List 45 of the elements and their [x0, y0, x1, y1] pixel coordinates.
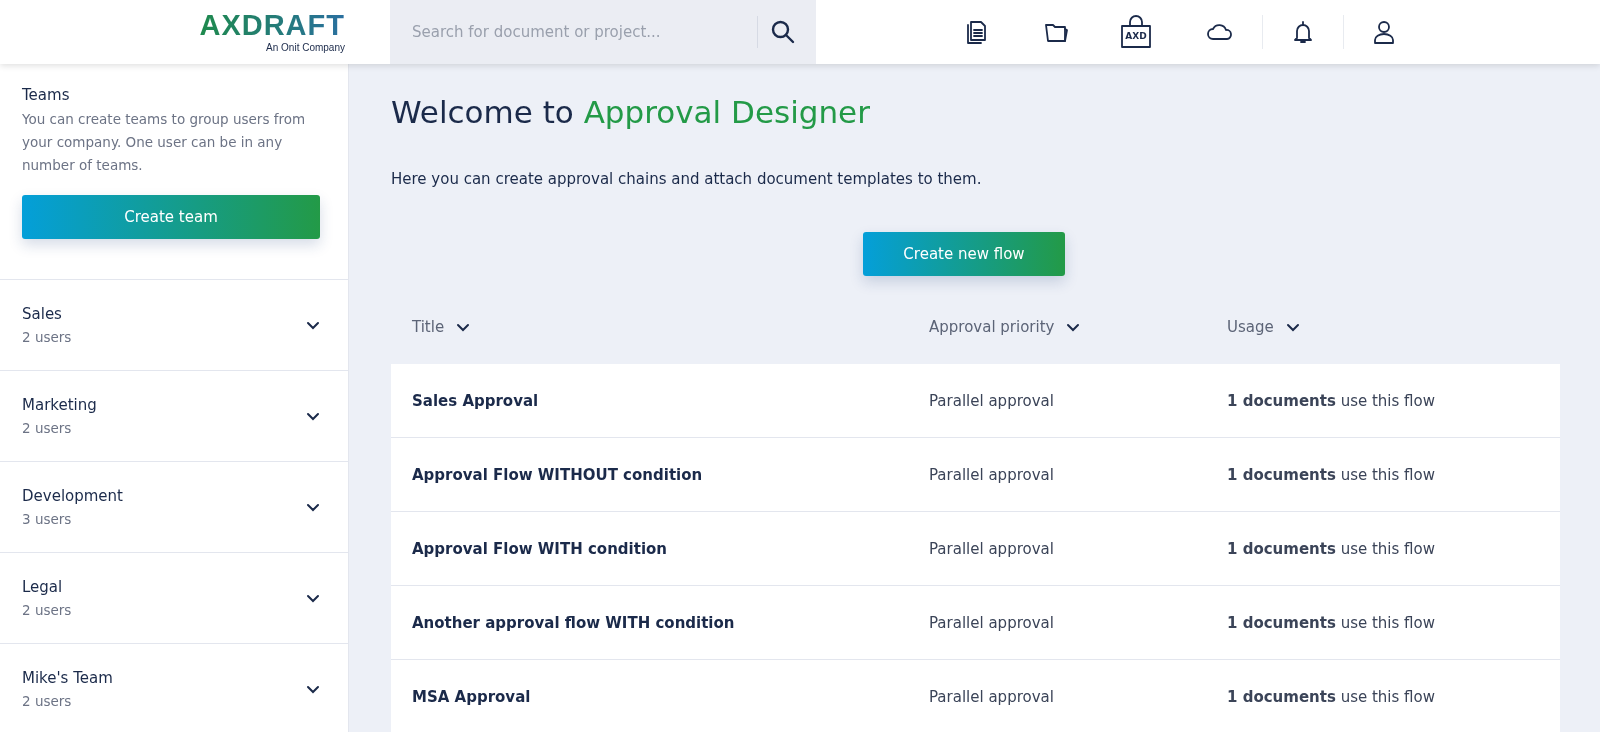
flow-title[interactable]: Sales Approval [412, 391, 539, 410]
bag-label: AXD [1124, 32, 1148, 41]
approval-priority: Parallel approval [929, 539, 1054, 558]
team-name[interactable]: Mike's Team [22, 669, 113, 687]
approval-priority: Parallel approval [929, 613, 1054, 632]
approval-priority: Parallel approval [929, 687, 1054, 706]
usage-text: 1 documents use this flow [1227, 391, 1435, 410]
team-name[interactable]: Development [22, 487, 123, 505]
page-subtitle: Here you can create approval chains and attach document templates to them. [391, 170, 983, 188]
usage-text: 1 documents use this flow [1227, 539, 1435, 558]
search-icon[interactable] [770, 19, 796, 45]
chevron-down-icon[interactable] [306, 593, 320, 603]
chevron-down-icon[interactable] [306, 502, 320, 512]
teams-description: You can create teams to group users from your company. One user can be in any number of teams. [22, 110, 307, 175]
team-name[interactable]: Marketing [22, 396, 97, 414]
teams-heading: Teams [22, 86, 71, 104]
chevron-down-icon[interactable] [306, 684, 320, 694]
usage-text: 1 documents use this flow [1227, 613, 1435, 632]
team-user-count: 2 users [22, 693, 73, 709]
column-header[interactable]: Usage [1227, 318, 1274, 336]
usage-text: 1 documents use this flow [1227, 687, 1435, 706]
flow-title[interactable]: Another approval flow WITH condition [412, 613, 735, 632]
search-field[interactable]: Search for document or project... [390, 0, 816, 64]
approval-priority: Parallel approval [929, 391, 1054, 410]
logo-tagline: An Onit Company [266, 42, 345, 53]
page-title: Welcome to Approval Designer [391, 94, 871, 130]
column-header[interactable]: Title [412, 318, 445, 336]
team-name[interactable]: Sales [22, 305, 72, 323]
approval-priority: Parallel approval [929, 465, 1054, 484]
team-name[interactable]: Legal [22, 578, 72, 596]
team-user-count: 2 users [22, 420, 73, 436]
flow-title[interactable]: MSA Approval [412, 687, 531, 706]
flow-title[interactable]: Approval Flow WITH condition [412, 539, 667, 558]
team-user-count: 2 users [22, 602, 72, 618]
usage-text: 1 documents use this flow [1227, 465, 1435, 484]
team-user-count: 3 users [22, 511, 73, 527]
shopping-bag-icon[interactable] [1119, 15, 1153, 49]
column-header[interactable]: Approval priority [929, 318, 1055, 336]
flow-title[interactable]: Approval Flow WITHOUT condition [412, 465, 703, 484]
chevron-down-icon[interactable] [1285, 322, 1300, 332]
chevron-down-icon[interactable] [456, 322, 471, 332]
chevron-down-icon[interactable] [1066, 322, 1081, 332]
team-user-count: 2 users [22, 329, 72, 345]
chevron-down-icon[interactable] [306, 320, 320, 330]
chevron-down-icon[interactable] [306, 411, 320, 421]
